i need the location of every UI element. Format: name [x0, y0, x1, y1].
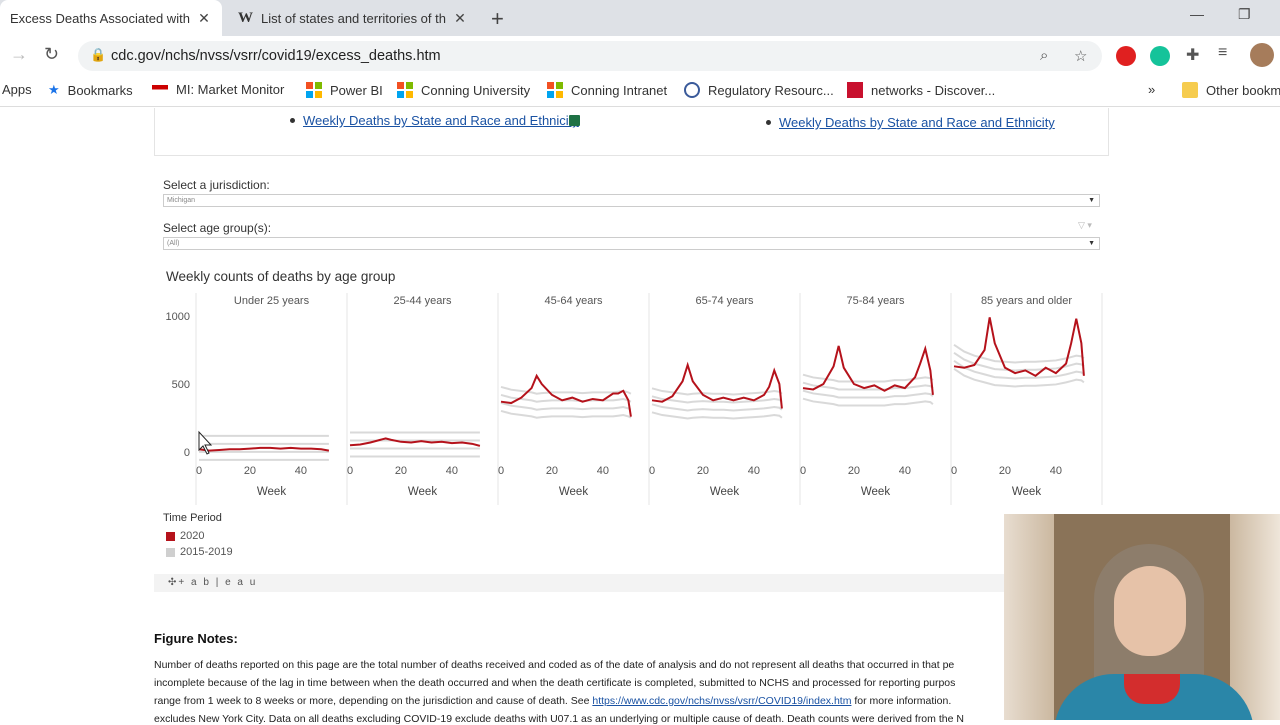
legend-item-baseline[interactable]: 2015-2019 — [166, 546, 233, 558]
x-tick-label: 20 — [395, 465, 407, 477]
tableau-plus-icon: ✣ — [168, 577, 179, 588]
x-axis-label: Week — [257, 486, 286, 498]
baseline-series-line — [802, 397, 934, 407]
x-tick-label: 40 — [1050, 465, 1062, 477]
series-2020-line — [500, 373, 632, 417]
face — [1114, 566, 1186, 656]
panel-header: 75-84 years — [846, 295, 905, 307]
baseline-series-line — [500, 385, 632, 395]
x-tick-label: 40 — [597, 465, 609, 477]
panel-header: Under 25 years — [234, 295, 310, 307]
x-tick-label: 20 — [697, 465, 709, 477]
legend-swatch-2020 — [166, 531, 175, 541]
x-tick-label: 0 — [347, 465, 353, 477]
series-2020-line — [198, 446, 330, 452]
x-tick-label: 0 — [951, 465, 957, 477]
curtain-left — [1004, 514, 1054, 720]
panel-header: 85 years and older — [981, 295, 1072, 307]
x-tick-label: 0 — [498, 465, 504, 477]
notes-line: incomplete because of the lag in time be… — [154, 677, 956, 689]
x-tick-label: 20 — [848, 465, 860, 477]
x-tick-label: 40 — [295, 465, 307, 477]
y-tick-label: 500 — [172, 379, 190, 391]
notes-line: Number of deaths reported on this page a… — [154, 659, 955, 671]
x-tick-label: 40 — [748, 465, 760, 477]
x-tick-label: 20 — [546, 465, 558, 477]
webcam-overlay — [1004, 514, 1280, 720]
curtain-right — [1230, 514, 1280, 720]
x-tick-label: 40 — [446, 465, 458, 477]
baseline-series-line — [651, 411, 783, 420]
y-tick-label: 1000 — [166, 311, 190, 323]
baseline-series-line — [953, 343, 1085, 364]
panel-header: 45-64 years — [544, 295, 603, 307]
legend-title: Time Period — [163, 512, 222, 524]
baseline-series-line — [500, 401, 632, 411]
x-tick-label: 20 — [244, 465, 256, 477]
x-tick-label: 20 — [999, 465, 1011, 477]
x-tick-label: 0 — [800, 465, 806, 477]
baseline-series-line — [651, 403, 783, 412]
figure-notes-heading: Figure Notes: — [154, 631, 238, 646]
baseline-series-line — [651, 387, 783, 396]
x-axis-label: Week — [710, 486, 739, 498]
x-tick-label: 0 — [649, 465, 655, 477]
tableau-logo[interactable]: ✣+ a b | e a u — [154, 574, 1004, 592]
x-axis-label: Week — [408, 486, 437, 498]
x-axis-label: Week — [559, 486, 588, 498]
x-axis-label: Week — [861, 486, 890, 498]
legend-item-2020[interactable]: 2020 — [166, 530, 204, 542]
panel-header: 25-44 years — [393, 295, 452, 307]
y-tick-label: 0 — [184, 447, 190, 459]
covid19-info-link[interactable]: https://www.cdc.gov/nchs/nvss/vsrr/COVID… — [592, 695, 851, 707]
baseline-series-line — [802, 389, 934, 399]
panel-header: 65-74 years — [695, 295, 754, 307]
baseline-series-line — [500, 409, 632, 419]
inner-shirt — [1124, 674, 1180, 704]
notes-line: range from 1 week to 8 weeks or more, de… — [154, 695, 952, 707]
x-tick-label: 40 — [899, 465, 911, 477]
x-axis-label: Week — [1012, 486, 1041, 498]
legend-swatch-baseline — [166, 547, 175, 557]
x-tick-label: 0 — [196, 465, 202, 477]
notes-line: excludes New York City. Data on all deat… — [154, 713, 964, 725]
